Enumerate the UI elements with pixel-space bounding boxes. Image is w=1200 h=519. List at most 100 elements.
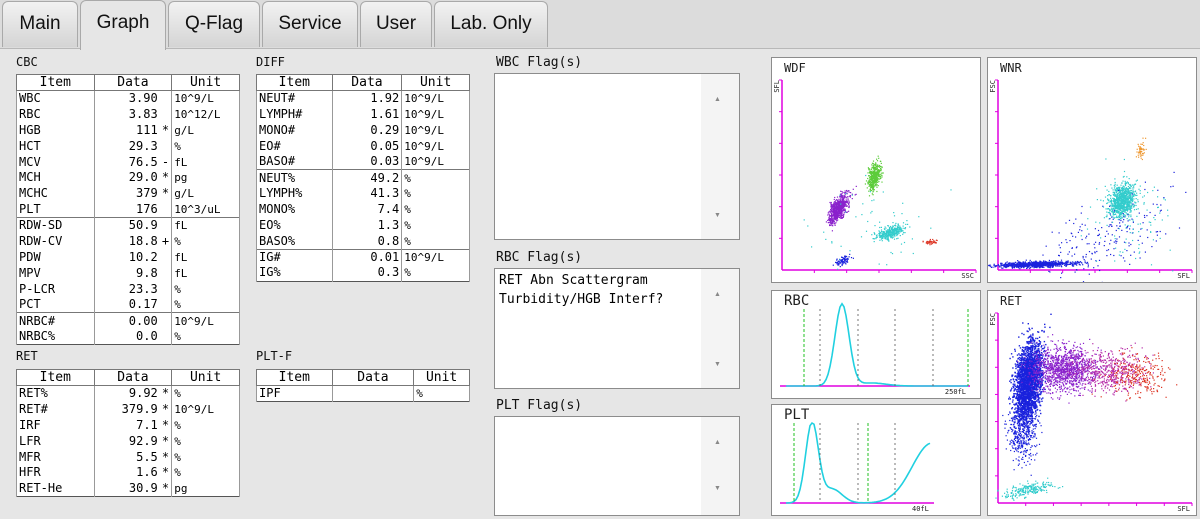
table-row: HFR 1.6 *% [16,464,240,481]
scroll-down-arrow-icon[interactable]: ▼ [714,361,721,368]
item-cell: NRBC# [16,312,95,329]
unit-cell: g/L [171,122,240,139]
plt-f-title: PLT-F [256,349,293,363]
rbc-hist-x-label: 250fL [944,388,966,396]
tab-q-flag[interactable]: Q-Flag [168,1,260,47]
item-cell: IRF [16,417,95,434]
unit-cell: % [171,297,240,313]
wbc-flags-scrollbar[interactable]: ▲ ▼ [701,74,739,239]
col-header-unit: Unit [171,369,240,386]
table-row: IG% 0.3% [256,265,470,282]
item-cell: EO% [256,217,333,234]
data-cell: 0.8 [331,233,403,250]
item-cell: P-LCR [16,281,95,298]
ret-x-axis-label: SFL [1177,505,1190,513]
flag-cell: * [159,401,173,418]
item-cell: BASO% [256,233,333,250]
rbc-flags-scrollbar[interactable]: ▲ ▼ [701,269,739,388]
item-cell: RBC [16,106,95,123]
plt-flags-scrollbar[interactable]: ▲ ▼ [701,417,739,515]
table-row: RET-He 30.9 * pg [16,480,240,497]
unit-cell: 10^12/L [171,106,240,123]
flag-cell: + [159,233,173,250]
data-cell: 0.17 [93,297,160,313]
item-cell: IG# [256,248,333,266]
basophil-ghost-cluster [832,253,854,268]
item-cell: PDW [16,249,95,266]
unit-cell: pg [171,169,240,186]
item-cell: MFR [16,449,95,465]
flag-cell: * [159,185,173,202]
unit-cell: % [171,138,240,155]
eosinophil-cluster [922,238,938,246]
table-row: MONO% 7.4% [256,201,470,218]
tab-service[interactable]: Service [262,1,358,47]
flag-cell [159,281,173,298]
table-row: RET# 379.9 * 10^9/L [16,401,240,418]
wnr-x-axis-label: SFL [1177,272,1190,280]
tab-user[interactable]: User [360,1,432,47]
unit-cell: 10^3/uL [171,201,240,218]
item-cell: NEUT% [256,169,333,186]
ret-title: RET [1000,294,1022,308]
wdf-plot-area [779,79,977,273]
diff-table: Item Data Unit NEUT# 1.92 10^9/L LYMPH# 1.61… [256,74,470,282]
item-cell: MPV [16,265,95,282]
col-header-item: Item [16,74,95,91]
data-cell: 1.3 [331,217,403,234]
col-header-item: Item [256,74,333,91]
flag-cell [159,297,173,313]
tab-lab-only[interactable]: Lab. Only [434,1,548,47]
tab-graph[interactable]: Graph [80,0,166,50]
unit-cell: % [401,169,470,186]
item-cell: RET-He [16,480,95,497]
tab-main[interactable]: Main [2,1,78,47]
item-cell: BASO# [256,154,333,170]
data-cell: 41.3 [331,185,403,202]
wdf-y-axis-label: SFL [773,80,781,93]
table-row: MFR 5.5 *% [16,449,240,465]
scroll-down-arrow-icon[interactable]: ▼ [714,212,721,219]
data-cell: 29.3 [93,138,160,155]
scroll-up-arrow-icon[interactable]: ▲ [714,96,721,103]
data-cell: 1.6 [93,464,160,481]
table-row: BASO% 0.8% [256,233,470,250]
scroll-up-arrow-icon[interactable]: ▲ [714,439,721,446]
wdf-scattergram: WDF SFL SSC [771,57,981,283]
flag-cell: * [159,449,173,465]
unit-cell: 10^9/L [171,401,240,418]
data-cell: 5.5 [93,449,160,465]
table-row: MCHC 379 * g/L [16,185,240,202]
data-cell: 9.8 [93,265,160,282]
flag-cell [159,312,173,329]
scroll-down-arrow-icon[interactable]: ▼ [714,485,721,492]
cbc-table: Item Data Unit WBC 3.90 10^9/L RBC 3.83 10^12… [16,74,240,346]
item-cell: LYMPH# [256,106,333,123]
diff-title: DIFF [256,55,285,69]
table-row: MPV 9.8 fL [16,265,240,282]
cbc-title: CBC [16,55,38,69]
table-row: BASO# 0.03 10^9/L [256,154,470,170]
data-cell: 0.00 [93,312,160,329]
data-cell: 3.90 [93,90,160,107]
table-row: LFR 92.9 *% [16,433,240,450]
distribution-curve [786,302,968,387]
wnr-scattergram: WNR FSC SFL [987,57,1197,283]
flag-cell [159,138,173,155]
unit-cell: % [401,201,470,218]
data-cell: 111 [93,122,160,139]
table-row: IPF% [256,385,470,402]
unit-cell: % [171,433,240,450]
data-cell: 23.3 [93,281,160,298]
table-row: MCH 29.0 * pg [16,169,240,186]
scroll-up-arrow-icon[interactable]: ▲ [714,291,721,298]
item-cell: HFR [16,464,95,481]
wdf-title: WDF [784,61,806,75]
data-cell: 176 [93,201,160,218]
data-cell: 50.9 [93,217,160,234]
unit-cell: 10^9/L [171,90,240,107]
unit-cell: g/L [171,185,240,202]
monocyte-cluster [871,220,911,243]
unit-cell: fL [171,154,240,170]
flag-cell: * [159,464,173,481]
